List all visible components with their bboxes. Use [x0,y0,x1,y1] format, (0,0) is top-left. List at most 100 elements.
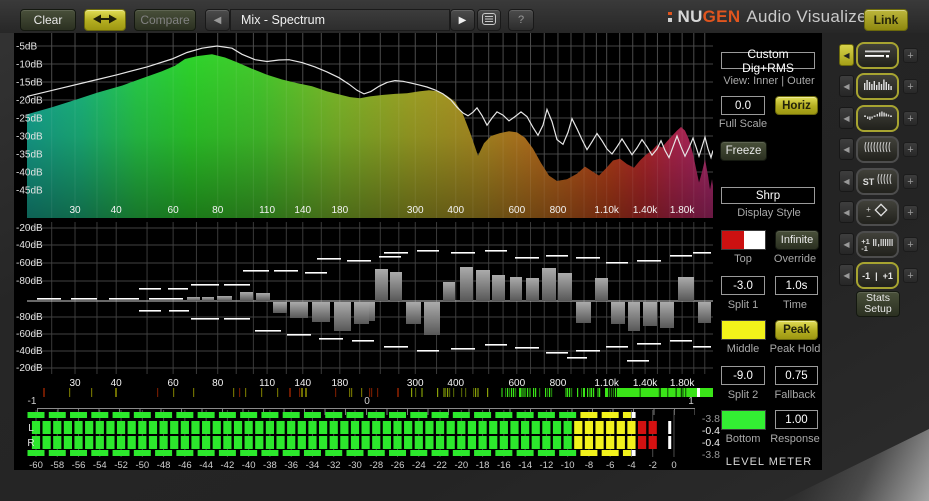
svg-text:180: 180 [331,378,348,388]
slot4-add-button[interactable]: + [903,142,918,157]
top-color-swatch[interactable] [721,230,766,250]
full-scale-label: Full Scale [718,118,768,130]
slot8-correlation-meter-button[interactable]: -1 | +1 [856,262,899,289]
svg-text:-36: -36 [284,460,298,470]
slot5-add-button[interactable]: + [903,174,918,189]
meter-mode-field[interactable]: Custom Dig+RMS [721,47,815,75]
svg-text:600: 600 [508,378,525,388]
slot7-correlation-history-button[interactable]: +1 -1 [856,231,899,258]
slot6-vectorscope-button[interactable]: + − [856,199,899,226]
slot7-add-button[interactable]: + [903,237,918,252]
preset-name-field[interactable]: Mix - Spectrum [230,9,450,31]
level-meter: LR-60 -58 -56 -54 -52 -50 -48 -46 -44 -42 -40 -38 -3… [27,410,677,470]
svg-text:-4: -4 [627,460,635,470]
svg-text:30: 30 [69,205,81,216]
plus-icon: + [907,269,914,282]
bottom-color-swatch[interactable] [721,410,766,430]
middle-label: Middle [726,343,760,355]
svg-text:-8: -8 [585,460,593,470]
help-button[interactable]: ? [508,9,534,31]
meter-readout-rms-bottom: -3.8 [701,449,720,461]
svg-text:-80dB: -80dB [16,312,43,323]
display-area: -5dB -10dB -15dB -20dB -25dB -30dB -35dB -40dB -… [14,33,822,470]
override-button[interactable]: Infinite [775,230,819,250]
peak-hold-button[interactable]: Peak [775,320,818,340]
bottom-color [722,411,765,429]
help-icon: ? [517,14,525,26]
st-label: ST [862,176,875,187]
slot6-expand-button[interactable]: ◀ [839,201,854,223]
svg-text:110: 110 [259,378,275,388]
slot1-add-button[interactable]: + [903,48,918,63]
slot1-level-meter-button[interactable] [856,42,899,69]
svg-text:-28: -28 [369,460,383,470]
svg-text:-32: -32 [327,460,341,470]
slot8-add-button[interactable]: + [903,268,918,283]
horiz-button[interactable]: Horiz [775,96,818,115]
swap-ab-button[interactable] [84,9,126,31]
ruler-label-pos1: 1 [688,396,694,407]
slot3-expand-button[interactable]: ◀ [839,107,854,129]
svg-text:-20: -20 [454,460,468,470]
chevron-right-icon: ▶ [458,14,467,26]
corr-history-range: +1 -1 [861,236,870,253]
spectrum-bars-icon [863,77,893,96]
preset-prev-button[interactable]: ◀ [205,9,230,31]
response-field[interactable]: 1.00 [775,410,818,429]
svg-text:110: 110 [259,205,275,216]
svg-text:-25dB: -25dB [16,114,43,125]
list-icon [482,12,496,28]
slot2-add-button[interactable]: + [903,79,918,94]
stats-setup-button[interactable]: Stats Setup [856,291,900,317]
display-style-field[interactable]: Shrp [721,187,815,204]
time-label: Time [782,299,808,311]
svg-text:-18: -18 [476,460,490,470]
slot7-expand-button[interactable]: ◀ [839,233,854,255]
svg-text:800: 800 [550,205,567,216]
split1-field[interactable]: -3.0 [721,276,765,295]
svg-text:-20dB: -20dB [16,363,43,374]
view-mode-label[interactable]: View: Inner | Outer [716,75,822,87]
svg-text:140: 140 [294,378,311,388]
svg-text:-34: -34 [306,460,320,470]
svg-text:1.40k: 1.40k [633,378,658,388]
slot2-expand-button[interactable]: ◀ [839,75,854,97]
chevron-left-icon: ◀ [843,176,850,186]
plus-icon: + [907,143,914,156]
time-field[interactable]: 1.0s [775,276,818,295]
freeze-button[interactable]: Freeze [720,141,767,161]
middle-color-swatch[interactable] [721,320,766,340]
slot2-spectrum-button[interactable] [856,73,899,100]
compare-button[interactable]: Compare [134,9,196,31]
svg-text:-6: -6 [606,460,614,470]
chevron-left-icon: ◀ [843,50,850,60]
fallback-field[interactable]: 0.75 [775,366,818,385]
correlation-history-icon [872,236,894,254]
svg-text:600: 600 [508,205,525,216]
slot4-waveform-button[interactable] [856,136,899,163]
svg-text:-46: -46 [178,460,192,470]
ruler-label-zero: 0 [364,396,370,407]
split1-label: Split 1 [727,299,759,311]
svg-text:-40dB: -40dB [16,168,43,179]
slot3-spectrogram-button[interactable] [856,105,899,132]
slot8-expand-button[interactable]: ◀ [839,264,854,286]
svg-text:0: 0 [671,460,676,470]
preset-list-button[interactable] [477,9,501,31]
slot6-add-button[interactable]: + [903,205,918,220]
svg-text:1.10k: 1.10k [594,205,619,216]
clear-button[interactable]: Clear [20,9,76,31]
slot5-stereo-waveform-button[interactable]: ST [856,168,899,195]
full-scale-field[interactable]: 0.0 [721,96,765,115]
svg-text:1.40k: 1.40k [633,205,658,216]
waveform-strokes-icon [863,140,893,159]
plus-icon: + [907,206,914,219]
slot4-expand-button[interactable]: ◀ [839,138,854,160]
svg-text:40: 40 [111,378,123,388]
split2-field[interactable]: -9.0 [721,366,765,385]
slot5-expand-button[interactable]: ◀ [839,170,854,192]
top-label: Top [734,253,752,265]
preset-next-button[interactable]: ▶ [450,9,475,31]
slot1-expand-button[interactable]: ◀ [839,44,854,66]
slot3-add-button[interactable]: + [903,111,918,126]
